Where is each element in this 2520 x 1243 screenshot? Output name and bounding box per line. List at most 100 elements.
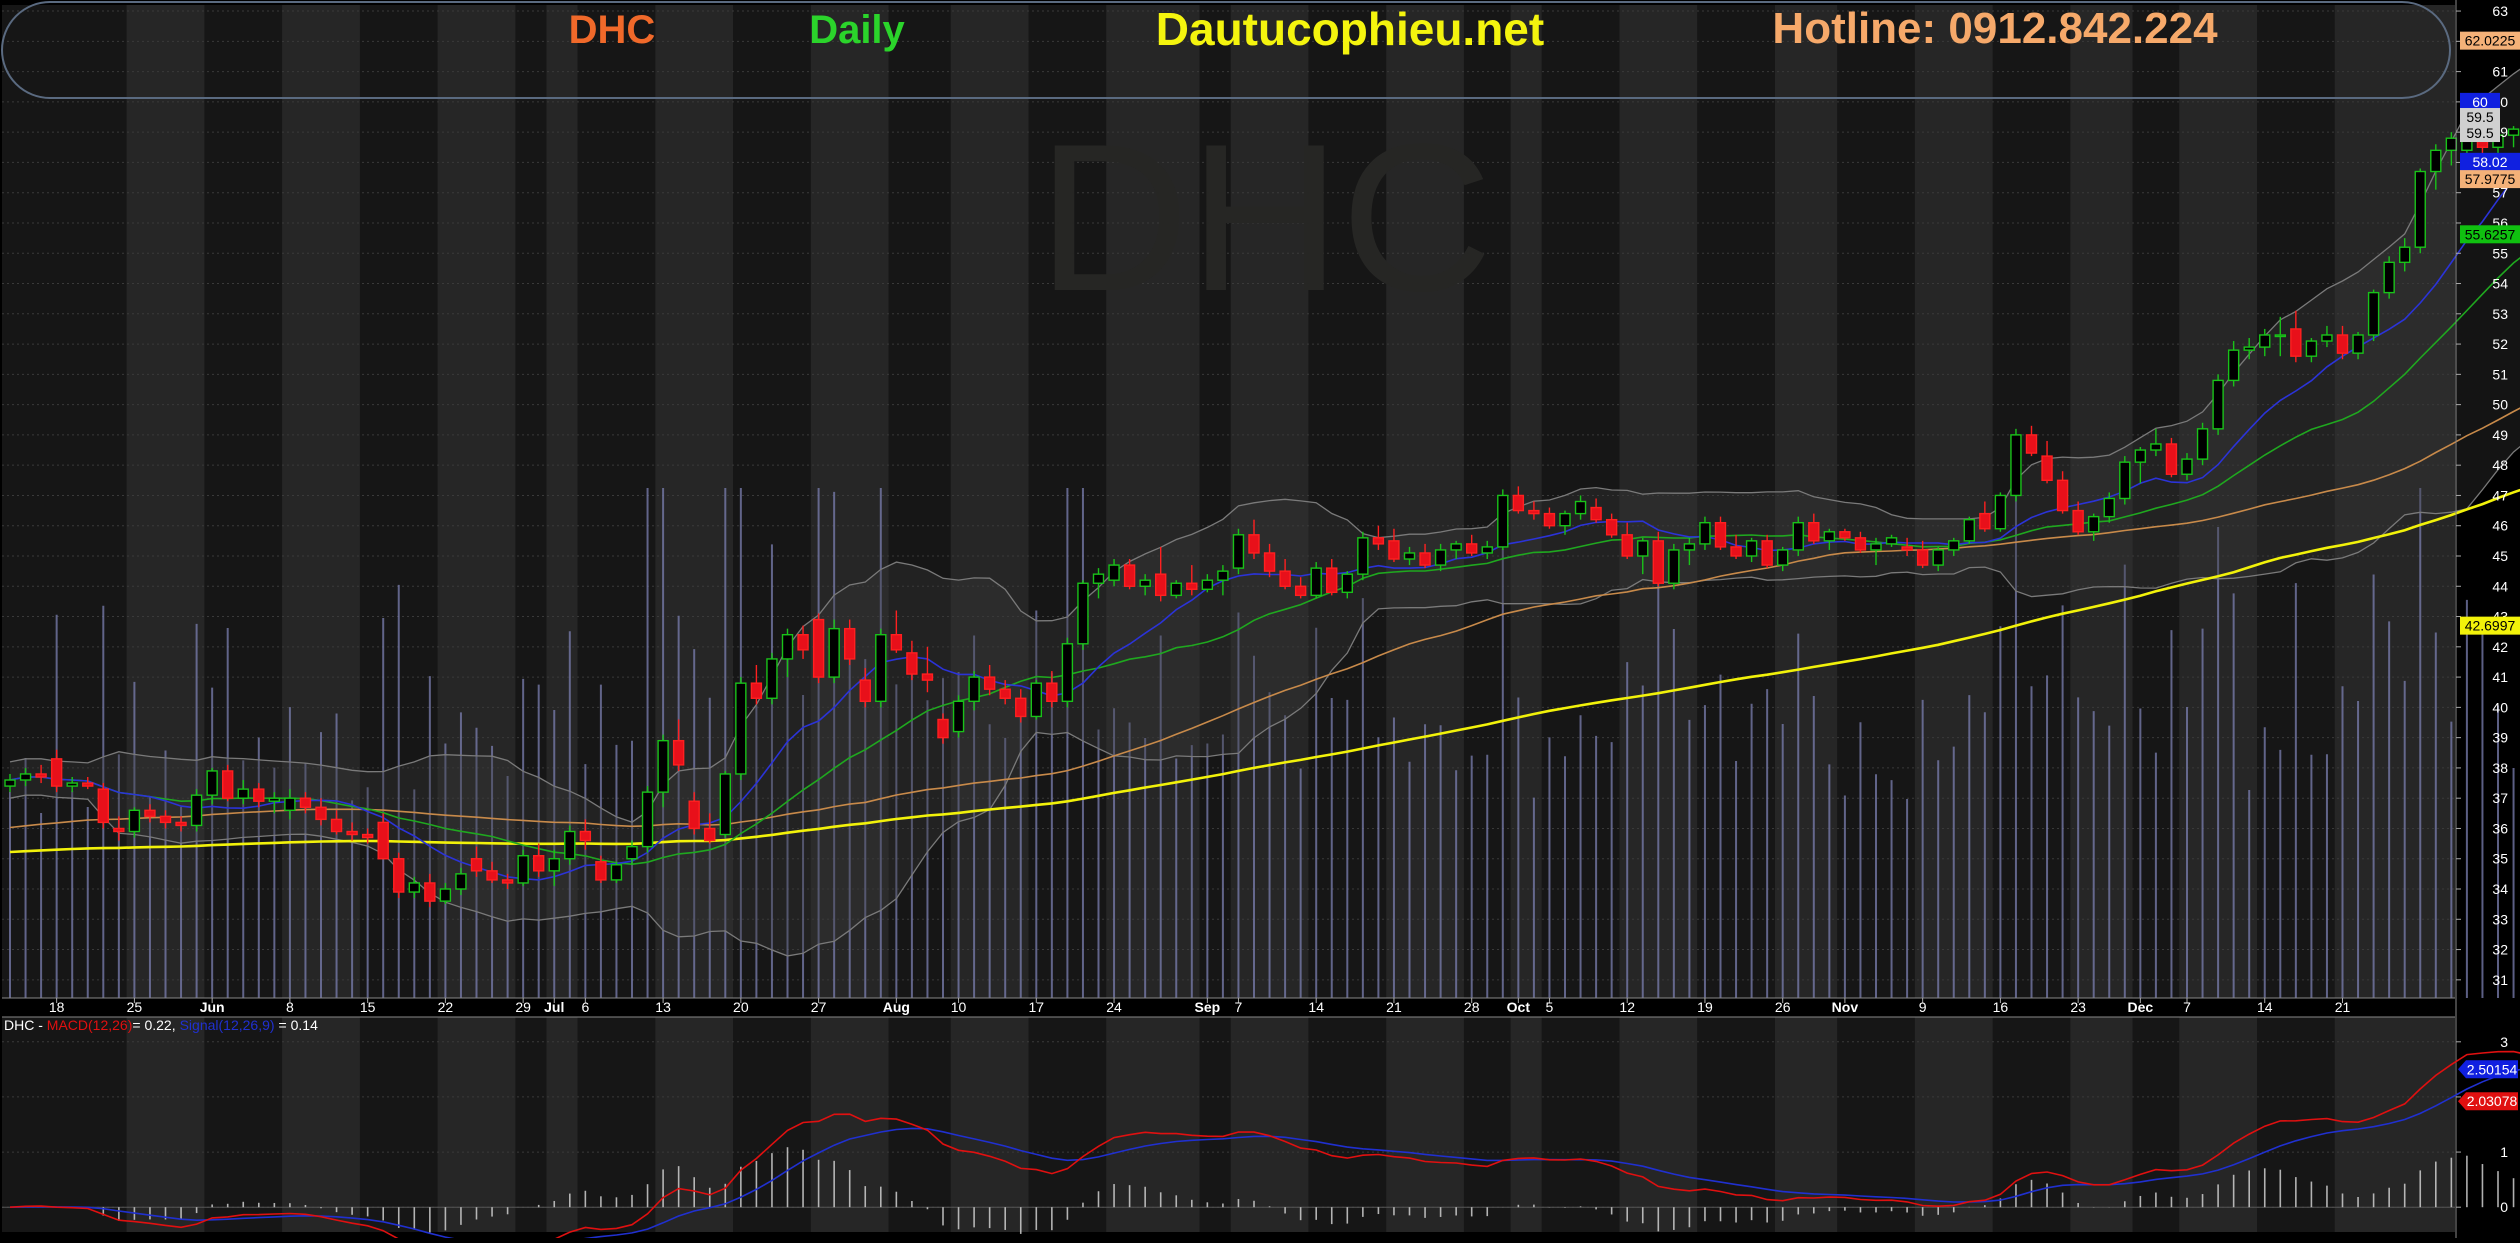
date-tick-label: 25 [127,999,143,1015]
macd-legend: DHC - MACD(12,26)= 0.22, Signal(12,26,9) =… [4,1017,318,1033]
candle-up [439,888,452,902]
price-tick-label: 52 [2492,336,2508,352]
candle-up [610,864,623,881]
price-tag-label: 62.0225 [2465,33,2516,49]
candle-down [797,634,809,651]
candle-up [2134,449,2147,463]
candle-up [1170,582,1182,597]
candle-up [1870,543,1882,551]
date-tick-label: Aug [883,999,910,1015]
candle-down [906,652,918,675]
candle-down [937,718,949,739]
header-site: Dautucophieu.net [1156,3,1544,55]
price-tag-label: 57.9775 [2465,171,2516,187]
date-tick-label: 28 [1464,999,1480,1015]
candle-up [1668,549,1680,584]
candle-up [2150,443,2162,451]
candle-up [564,830,576,860]
candle-down [595,861,607,881]
price-tick-label: 31 [2492,972,2508,988]
candle-up [128,809,141,833]
candle-down [1154,573,1167,597]
signal-legend-label: Signal(12,26,9) [180,1017,275,1033]
candle-down [35,773,47,778]
candle-down [1015,697,1027,718]
chart-stage: DHC 31 32 33 34 35 36 37 38 39 40 41 42 43 44 45 46 47 48… [0,0,2520,1243]
date-tick-label: Nov [1832,999,1859,1015]
candle-up [1823,531,1836,542]
date-tick-label: 7 [1235,999,1243,1015]
price-tag-label: 42.6997 [2465,618,2516,634]
price-tag-label: 60 [2472,94,2488,110]
candle-up [781,634,794,660]
price-tick-label: 48 [2492,457,2508,473]
macd-tick-label: 3 [2500,1034,2508,1050]
candle-up [455,873,467,890]
price-tick-label: 38 [2492,760,2508,776]
date-tick-label: 10 [951,999,967,1015]
candle-down [999,688,1011,699]
candle-up [1030,682,1043,718]
candle-down [1512,494,1525,512]
candle-up [1481,546,1493,554]
macd-value-label: 2.03078 [2467,1093,2518,1109]
candle-up [1699,521,1711,545]
candle-up [237,788,249,799]
candle-up [1434,549,1447,566]
candle-down [1605,518,1618,536]
candle-up [1776,549,1789,566]
candle-down [330,818,343,833]
candle-up [1077,582,1089,645]
price-tick-label: 51 [2492,366,2508,382]
candle-down [175,821,187,827]
macd-tick-label: 0 [2500,1199,2508,1215]
price-tick-label: 54 [2492,276,2508,292]
time-stripe-macd [546,1017,578,1232]
price-tick-label: 49 [2492,427,2508,443]
date-tick-label: 15 [360,999,376,1015]
date-tick-label: 13 [655,999,671,1015]
candle-down [82,782,94,787]
time-stripe-macd [1106,1017,1200,1232]
candle-up [1792,521,1804,551]
candle-up [1574,500,1587,515]
candle-down [1046,682,1058,703]
candle-down [50,758,63,787]
candle-down [890,634,903,651]
candle-up [1232,534,1245,569]
candle-up [719,773,731,836]
candle-down [144,809,156,818]
candle-up [2430,149,2442,173]
candle-down [1808,521,1820,542]
time-stripe-macd [126,1017,205,1232]
candle-down [2056,479,2069,512]
price-tag-label: 59.5 [2466,125,2493,141]
time-stripe-macd [2334,1017,2455,1232]
price-tick-label: 55 [2492,245,2508,261]
candle-up [968,676,980,703]
candle-down [859,679,871,703]
candle-down [1621,534,1633,557]
candle-up [2507,128,2520,136]
candle-down [1294,585,1307,597]
candle-down [1248,534,1260,554]
date-tick-label: 18 [49,999,65,1015]
candle-down [1326,567,1338,594]
candle-down [501,879,514,884]
price-tag-label: 59.5 [2466,109,2493,125]
candle-down [1388,540,1400,560]
candle-up [1637,540,1649,557]
candle-down [1761,540,1773,566]
candle-up [517,855,529,884]
candle-up [626,845,638,860]
candle-up [1963,518,1976,542]
candle-up [766,658,778,699]
candle-up [1092,573,1105,584]
date-tick-label: 21 [2335,999,2351,1015]
time-stripe-macd [1619,1017,1698,1232]
candle-down [377,821,389,860]
price-tag-label: 55.6257 [2465,226,2516,242]
candle-up [2227,349,2240,382]
candle-down [253,788,265,802]
candle-down [361,833,374,839]
